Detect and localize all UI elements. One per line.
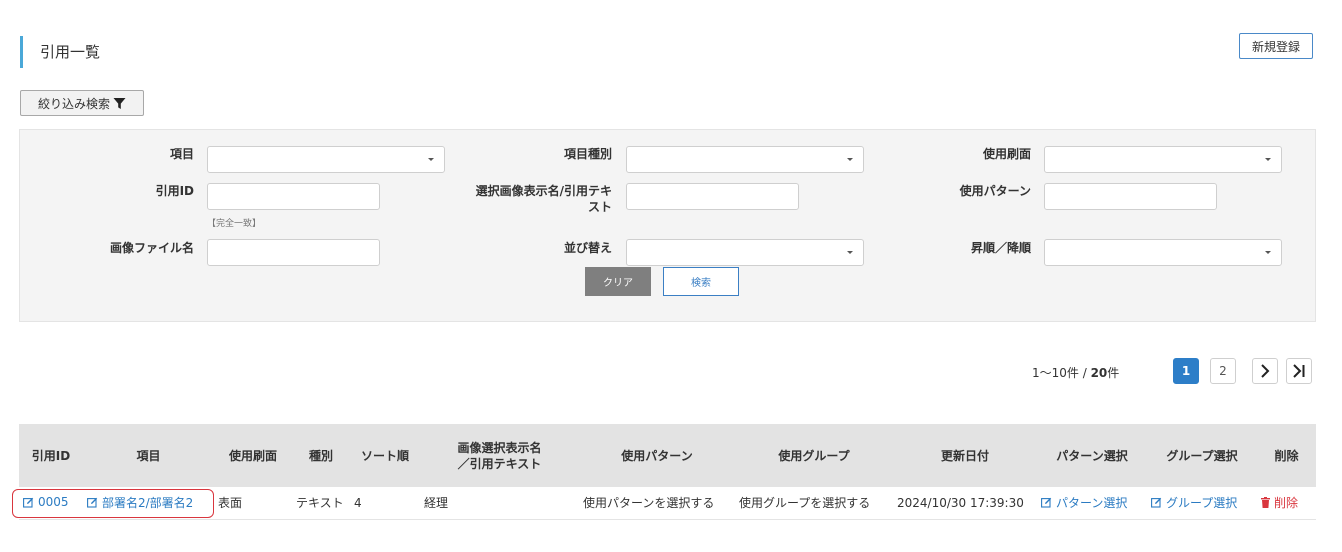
filter-label-sort: 並び替え — [563, 241, 612, 255]
cell-display-name: 経理 — [420, 487, 579, 520]
filter-label-image-file: 画像ファイル名 — [109, 241, 194, 255]
cell-updated-date: 2024/10/30 17:39:30 — [893, 487, 1037, 520]
pattern-select-text: パターン選択 — [1056, 496, 1128, 511]
search-button[interactable]: 検索 — [663, 267, 739, 296]
filter-label-usage-screen: 使用刷面 — [982, 147, 1031, 161]
filter-label-selection-text-line2: スト — [587, 200, 612, 214]
header-display-name-line1: 画像選択表示名 — [457, 440, 542, 455]
trash-icon — [1261, 497, 1270, 509]
citation-id-input[interactable] — [207, 183, 380, 210]
edit-icon — [87, 498, 98, 508]
cell-usage-pattern: 使用パターンを選択する — [579, 487, 735, 520]
chevron-down-icon — [847, 251, 853, 254]
header-type: 種別 — [292, 424, 350, 487]
chevron-down-icon — [428, 158, 434, 161]
clear-button[interactable]: クリア — [585, 267, 651, 296]
citation-table: 引用ID 項目 使用刷面 種別 ソート順 画像選択表示名 ／引用テキスト 使用パ… — [19, 424, 1316, 520]
header-usage-group: 使用グループ — [735, 424, 893, 487]
filter-label-selection-text-line1: 選択画像表示名/引用テキ — [475, 184, 612, 198]
selection-text-input[interactable] — [626, 183, 799, 210]
header-pattern-select: パターン選択 — [1037, 424, 1147, 487]
item-type-select[interactable] — [626, 146, 864, 173]
citation-id-text: 0005 — [38, 495, 69, 509]
header-sort-order: ソート順 — [350, 424, 420, 487]
chevron-down-icon — [1265, 158, 1271, 161]
cell-type: テキスト — [292, 487, 350, 520]
usage-pattern-input[interactable] — [1044, 183, 1217, 210]
item-link[interactable]: 部署名2/部署名2 — [87, 494, 193, 511]
edit-icon — [1151, 498, 1162, 508]
image-file-input[interactable] — [207, 239, 380, 266]
page-button-2[interactable]: 2 — [1210, 358, 1236, 384]
cell-citation-id: 0005 — [19, 487, 83, 520]
filter-label-selection-text: 選択画像表示名/引用テキ スト — [430, 183, 612, 215]
delete-text: 削除 — [1274, 496, 1299, 511]
edit-icon — [1041, 498, 1052, 508]
sort-select[interactable] — [626, 239, 864, 266]
item-text: 部署名2/部署名2 — [102, 496, 194, 511]
header-group-select: グループ選択 — [1147, 424, 1257, 487]
title-accent-bar — [20, 36, 23, 68]
chevron-down-icon — [1265, 251, 1271, 254]
chevron-right-icon — [1261, 364, 1270, 378]
header-item: 項目 — [83, 424, 214, 487]
usage-screen-select[interactable] — [1044, 146, 1282, 173]
table-header-row: 引用ID 項目 使用刷面 種別 ソート順 画像選択表示名 ／引用テキスト 使用パ… — [19, 424, 1316, 487]
delete-link[interactable]: 削除 — [1261, 494, 1298, 511]
filter-toggle-button[interactable]: 絞り込み検索 — [20, 90, 144, 116]
new-register-button[interactable]: 新規登録 — [1239, 33, 1313, 59]
filter-label-item-type: 項目種別 — [563, 147, 612, 161]
filter-label-item: 項目 — [169, 147, 194, 161]
header-citation-id: 引用ID — [19, 424, 83, 487]
last-page-icon — [1293, 364, 1305, 378]
page-title: 引用一覧 — [40, 43, 101, 61]
cell-usage-screen: 表面 — [214, 487, 292, 520]
next-page-button[interactable] — [1252, 358, 1278, 384]
pagination-unit: 件 — [1107, 366, 1120, 380]
cell-sort-order: 4 — [350, 487, 420, 520]
filter-label-order: 昇順／降順 — [970, 241, 1031, 255]
pagination-total: 20 — [1090, 366, 1108, 380]
chevron-down-icon — [847, 158, 853, 161]
filter-label-citation-id: 引用ID — [155, 184, 194, 198]
header-display-name-line2: ／引用テキスト — [457, 456, 542, 471]
cell-group-select: グループ選択 — [1147, 487, 1257, 520]
filter-icon — [113, 97, 126, 110]
exact-match-hint: 【完全一致】 — [207, 219, 262, 229]
cell-delete: 削除 — [1257, 487, 1316, 520]
cell-item: 部署名2/部署名2 — [83, 487, 214, 520]
group-select-link[interactable]: グループ選択 — [1151, 494, 1237, 511]
filter-button-label: 絞り込み検索 — [37, 96, 110, 111]
pagination-range: 1〜10件 / — [1032, 366, 1091, 380]
citation-id-link[interactable]: 0005 — [23, 495, 69, 509]
pattern-select-link[interactable]: パターン選択 — [1041, 494, 1127, 511]
pagination-summary: 1〜10件 / 20件 — [1032, 364, 1119, 381]
header-usage-pattern: 使用パターン — [579, 424, 735, 487]
table-row: 0005 部署名2/部署名2 表面 テキスト 4 経理 使用パターンを選択する … — [19, 487, 1316, 520]
last-page-button[interactable] — [1286, 358, 1312, 384]
item-select[interactable] — [207, 146, 445, 173]
cell-usage-group: 使用グループを選択する — [735, 487, 893, 520]
edit-icon — [23, 497, 34, 508]
header-usage-screen: 使用刷面 — [214, 424, 292, 487]
header-display-name: 画像選択表示名 ／引用テキスト — [420, 424, 579, 487]
header-updated-date: 更新日付 — [893, 424, 1037, 487]
filter-label-usage-pattern: 使用パターン — [959, 184, 1031, 198]
cell-pattern-select: パターン選択 — [1037, 487, 1147, 520]
group-select-text: グループ選択 — [1166, 496, 1238, 511]
order-select[interactable] — [1044, 239, 1282, 266]
page-button-1[interactable]: 1 — [1173, 358, 1199, 384]
header-delete: 削除 — [1257, 424, 1316, 487]
